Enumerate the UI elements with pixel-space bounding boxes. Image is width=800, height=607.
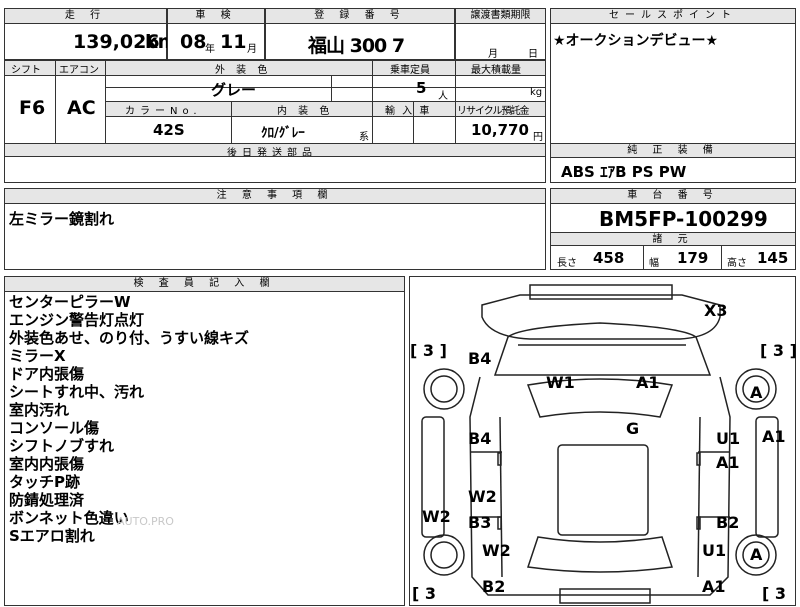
shaken-label: 車 検 [168,9,264,24]
inspector-note: タッチP跡 [9,473,80,491]
chassis-label: 車 台 番 号 [551,189,795,204]
inspector-note: ミラーX [9,347,66,365]
dims-label: 諸 元 [551,232,795,246]
length-label: 長さ [557,258,577,269]
later-parts-box [4,156,546,183]
width-label: 幅 [649,258,659,269]
color-no-label: カラーNo. [125,106,202,117]
recycle-unit: 円 [533,132,543,143]
damage-mark: B3 [468,513,492,532]
damage-mark: W1 [546,373,575,392]
inspector-label: 検 査 員 記 入 欄 [5,277,404,292]
ac-label: エアコン [59,65,99,76]
interior-unit: 系 [359,132,369,143]
interior-label: 内 装 色 [277,106,334,117]
color-no-value: 42S [153,121,185,139]
capacity-value: 5 [416,79,427,97]
damage-mark: B2 [482,577,506,596]
caution-box: 注 意 事 項 欄 左ミラー鏡割れ [4,188,546,270]
capacity-unit: 人 [438,91,448,102]
transfer-day: 日 [528,49,538,60]
recycle-value: 10,770 [471,121,529,139]
inspector-note: シフトノブすれ [9,437,115,455]
specs-box: シフト エアコン 外 装 色 乗車定員 最大積載量 F6 AC グレー 5 人 … [4,60,546,159]
damage-mark: W2 [482,541,511,560]
inspector-note: 防錆処理済 [9,491,85,509]
equipment-label: 純 正 装 備 [551,144,795,158]
import-label: 輸 入 車 [385,106,432,117]
mileage-label: 走 行 [5,9,166,24]
damage-mark: B4 [468,349,492,368]
max-load-label: 最大積載量 [471,65,521,76]
damage-mark: A1 [762,427,786,446]
exterior-value: グレー [211,81,257,99]
equipment-box: 純 正 装 備 ABS ｴｱB PS PW [550,143,796,183]
damage-mark: W2 [422,507,451,526]
damage-mark: B4 [468,429,492,448]
recycle-label: リサイクル預託金 [457,106,529,117]
caution-text: 左ミラー鏡割れ [9,210,115,228]
salespoint-text: ★オークションデビュー★ [553,33,719,49]
plate-label: 登 録 番 号 [266,9,454,24]
chassis-box: 車 台 番 号 BM5FP-100299 諸 元 長さ 458 幅 179 高さ… [550,188,796,270]
plate-box: 登 録 番 号 福山 300 7 8993 [265,8,455,80]
damage-mark: X3 [704,301,728,320]
inspector-note: エンジン警告灯点灯 [9,311,145,329]
width-value: 179 [677,249,709,267]
shaken-box: 車 検 08 年 11 月 [167,8,265,60]
salespoint-box: セールスポイント ★オークションデビュー★ [550,8,796,144]
transfer-box: 譲渡書類期限 月 日 [455,8,546,60]
damage-mark: A1 [702,577,726,596]
height-label: 高さ [727,258,747,269]
shaken-month: 11 [220,31,247,53]
damage-mark: [ 3 [762,584,787,603]
inspector-note: ボンネット色違い [9,509,129,527]
inspector-note: シートすれ中、汚れ [9,383,145,401]
shaken-year: 08 [180,31,207,53]
inspector-note: 室内汚れ [9,401,70,419]
inspector-note: 室内内張傷 [9,455,85,473]
max-load-unit: kg [530,87,543,98]
equipment-value: ABS ｴｱB PS PW [561,163,687,181]
shaken-month-unit: 月 [247,44,257,55]
damage-mark: W2 [468,487,497,506]
transfer-label: 譲渡書類期限 [456,9,545,24]
ac-value: AC [67,97,96,119]
inspector-note: コンソール傷 [9,419,100,437]
car-diagram: X3 [ 3 ] [ 3 ] B4 W1 A1 A A1 B4 G U1 A1 … [409,276,797,606]
exterior-label: 外 装 色 [215,65,272,76]
capacity-label: 乗車定員 [390,65,430,76]
damage-mark: A [750,383,763,402]
watermark: AUTO.PRO [117,515,174,528]
shaken-year-unit: 年 [205,44,215,55]
interior-value: ｸﾛ/ｸﾞﾚｰ [261,126,305,141]
shift-value: F6 [19,97,46,119]
inspector-note: Sエアロ割れ [9,527,95,545]
length-value: 458 [593,249,625,267]
damage-mark: U1 [702,541,727,560]
damage-mark: [ 3 [412,584,437,603]
damage-mark: B2 [716,513,740,532]
damage-mark: U1 [716,429,741,448]
inspector-note: 外装色あせ、のり付、うすい線キズ [9,329,250,347]
damage-mark: [ 3 ] [410,341,447,360]
inspector-note: ドア内張傷 [9,365,85,383]
inspector-note: センターピラーW [9,293,131,311]
damage-mark: A1 [716,453,740,472]
damage-mark: A1 [636,373,660,392]
height-value: 145 [757,249,789,267]
shift-label: シフト [11,65,41,76]
mileage-box: 走 行 139,026 km [4,8,177,60]
salespoint-label: セールスポイント [551,9,795,24]
transfer-month: 月 [488,49,498,60]
chassis-value: BM5FP-100299 [599,207,768,231]
damage-mark: [ 3 ] [760,341,797,360]
damage-mark: G [626,419,640,438]
damage-mark: A [750,545,763,564]
inspector-box: 検 査 員 記 入 欄 センターピラーW エンジン警告灯点灯 外装色あせ、のり付… [4,276,405,606]
caution-label: 注 意 事 項 欄 [5,189,545,204]
